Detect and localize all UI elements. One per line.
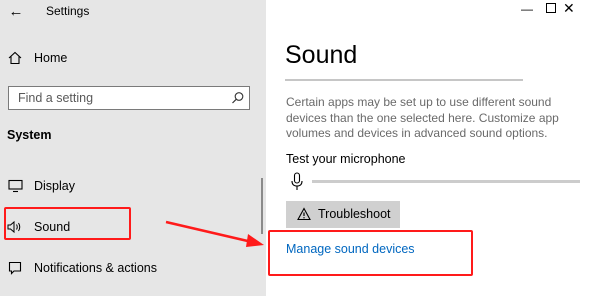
home-icon (7, 50, 23, 66)
annotation-arrow (165, 220, 264, 247)
mic-test-label: Test your microphone (286, 152, 406, 166)
notifications-icon (7, 260, 23, 276)
page-title: Sound (285, 41, 358, 69)
title-divider (285, 79, 523, 81)
maximize-button[interactable] (546, 3, 556, 13)
app-title: Settings (46, 4, 90, 18)
mic-level-meter (312, 180, 580, 183)
manage-link-highlight-box (268, 230, 473, 276)
search-placeholder: Find a setting (18, 91, 94, 105)
sound-description: Certain apps may be set up to use differ… (286, 95, 559, 140)
warning-icon (297, 207, 311, 221)
sound-highlight-box (4, 207, 131, 240)
nav-item-home[interactable]: Home (0, 43, 266, 73)
microphone-icon (290, 172, 304, 192)
close-button[interactable]: ✕ (563, 0, 575, 17)
display-icon (7, 178, 23, 194)
nav-item-home-label: Home (34, 51, 68, 65)
nav-item-notifications-label: Notifications & actions (34, 261, 157, 275)
nav-item-notifications[interactable]: Notifications & actions (0, 253, 266, 283)
settings-nav-pane: ← Settings Home Find a setting System Di… (0, 0, 266, 296)
search-icon (231, 91, 245, 105)
nav-item-display-label: Display (34, 179, 75, 193)
troubleshoot-label: Troubleshoot (318, 207, 391, 221)
nav-section-heading: System (7, 128, 52, 142)
back-arrow-icon[interactable]: ← (6, 0, 26, 22)
nav-item-display[interactable]: Display (0, 171, 266, 201)
troubleshoot-button[interactable]: Troubleshoot (286, 201, 400, 228)
search-input[interactable]: Find a setting (8, 86, 250, 110)
minimize-button[interactable]: — (521, 2, 533, 16)
